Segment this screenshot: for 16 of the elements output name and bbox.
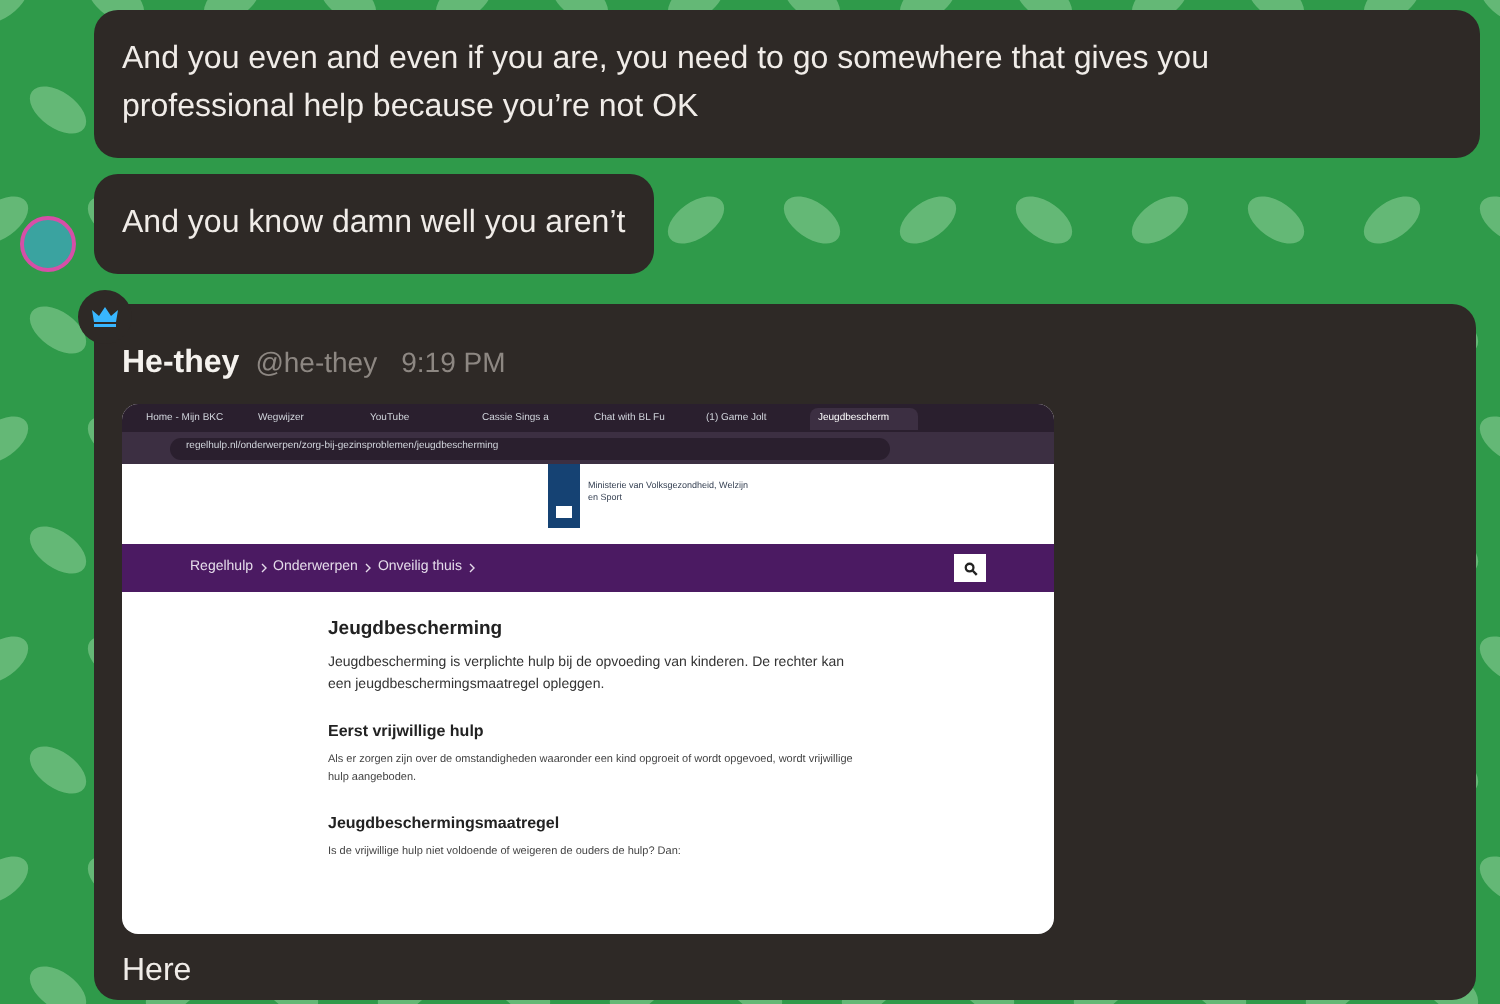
- caption-text: Here: [122, 952, 194, 992]
- crest-icon: [554, 504, 574, 520]
- chevron-right-icon: [467, 562, 476, 574]
- search-icon: [963, 561, 977, 575]
- timestamp: 9:19 PM: [401, 344, 506, 382]
- crown-icon: [90, 306, 120, 328]
- page-title: Jeugdbescherming: [328, 616, 505, 644]
- section-heading: Jeugdbeschermingsmaatregel: [328, 812, 562, 837]
- section-heading: Eerst vrijwillige hulp: [328, 720, 486, 745]
- author-name[interactable]: He-they: [122, 340, 240, 388]
- author-handle[interactable]: @he-they: [255, 342, 378, 384]
- chevron-right-icon: [363, 562, 372, 574]
- message-text: And you know damn well you aren’t: [122, 204, 626, 244]
- search-button[interactable]: [954, 554, 986, 582]
- message-text: And you even and even if you are, you need to go somewhere that gives you professional help because you’re not OK: [122, 40, 1211, 128]
- chevron-right-icon: [259, 562, 268, 574]
